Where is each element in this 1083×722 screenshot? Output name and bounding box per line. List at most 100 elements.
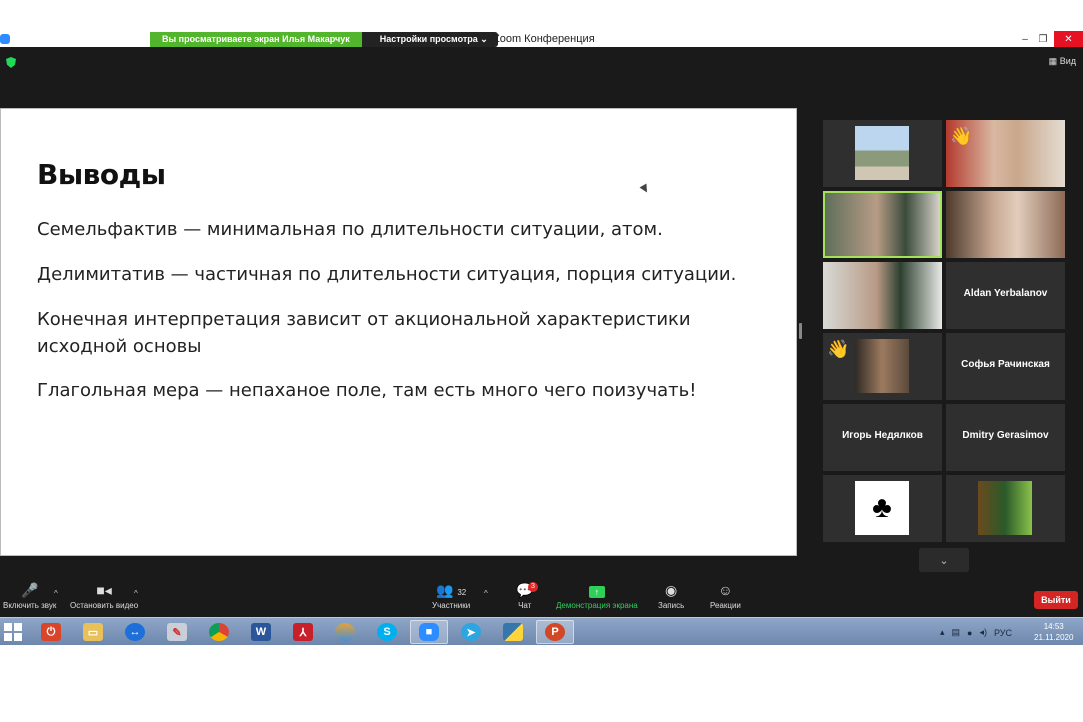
slide-point: Конечная интерпретация зависит от акцион… bbox=[37, 309, 691, 357]
power-icon: ⏻ bbox=[41, 623, 61, 641]
slide-title: Выводы bbox=[37, 158, 166, 191]
stop-video-label: Остановить видео bbox=[70, 601, 139, 610]
share-banner-text: Вы просматриваете экран Илья Макарчук bbox=[150, 32, 362, 47]
taskbar-power-app[interactable]: ⏻ bbox=[32, 620, 70, 644]
meeting-toolbar: 🎤 Включить звук ^ ■◂ Остановить видео ^ … bbox=[0, 581, 1083, 616]
participant-photo bbox=[855, 339, 909, 393]
participants-icon: 👥 bbox=[435, 582, 454, 598]
participants-label: Участники bbox=[432, 601, 471, 610]
encryption-shield-icon[interactable] bbox=[6, 57, 16, 68]
taskbar-telegram[interactable]: ➤ bbox=[452, 620, 490, 644]
slide-point: Глагольная мера — непаханое поле, там ес… bbox=[37, 380, 697, 401]
taskbar-chrome[interactable] bbox=[200, 620, 238, 644]
skype-icon: S bbox=[377, 623, 397, 641]
paint-icon: ✎ bbox=[167, 623, 187, 641]
video-options-caret[interactable]: ^ bbox=[134, 589, 138, 598]
word-icon: W bbox=[251, 623, 271, 641]
view-options-button[interactable]: Настройки просмотра ⌄ bbox=[361, 32, 498, 47]
unmute-label: Включить звук bbox=[3, 601, 57, 610]
record-button[interactable]: ◉ Запись bbox=[658, 581, 684, 610]
chat-unread-badge: 3 bbox=[528, 582, 538, 592]
clock-time: 14:53 bbox=[1043, 622, 1064, 631]
video-tile[interactable] bbox=[946, 191, 1065, 258]
unmute-button[interactable]: 🎤 Включить звук bbox=[3, 581, 56, 610]
slide-point: Делимитатив — частичная по длительности … bbox=[37, 264, 737, 285]
grid-icon: ▦ bbox=[1048, 56, 1058, 66]
taskbar-word[interactable]: W bbox=[242, 620, 280, 644]
stop-video-button[interactable]: ■◂ Остановить видео bbox=[70, 581, 138, 610]
video-tile[interactable]: Софья Рачинская bbox=[946, 333, 1065, 400]
raise-hand-icon: 👋 bbox=[827, 339, 850, 359]
share-screen-label: Демонстрация экрана bbox=[556, 601, 638, 610]
teamviewer-icon: ↔ bbox=[125, 623, 145, 641]
video-tile[interactable] bbox=[946, 475, 1065, 542]
video-camera-icon: ■◂ bbox=[96, 582, 112, 598]
window-title: Zoom Конференция bbox=[493, 33, 595, 45]
participant-name: Aldan Yerbalanov bbox=[963, 288, 1048, 299]
taskbar-skype[interactable]: S bbox=[368, 620, 406, 644]
clock-date: 21.11.2020 bbox=[1034, 633, 1074, 642]
share-screen-button[interactable]: ↑ Демонстрация экрана bbox=[556, 581, 638, 610]
chrome-icon bbox=[209, 623, 229, 641]
taskbar-powerpoint[interactable]: P bbox=[536, 620, 574, 644]
title-bar: Вы просматриваете экран Илья Макарчук На… bbox=[0, 31, 1083, 47]
video-tile[interactable]: 👋 bbox=[823, 333, 942, 400]
taskbar-zoom[interactable]: ■ bbox=[410, 620, 448, 644]
tree-avatar-icon: ♣ bbox=[855, 481, 909, 535]
participant-video bbox=[825, 193, 940, 256]
video-tile[interactable] bbox=[823, 120, 942, 187]
leave-meeting-button[interactable]: Выйти bbox=[1034, 591, 1078, 609]
participant-photo bbox=[978, 481, 1032, 535]
windows-taskbar: ⏻ ▭ ↔ ✎ W ⅄ S ■ ➤ P ▴ ▤ ● ◂) РУС 14:53 2… bbox=[0, 617, 1083, 645]
record-icon: ◉ bbox=[665, 582, 678, 598]
folder-icon: ▭ bbox=[83, 623, 103, 641]
close-button[interactable]: ✕ bbox=[1054, 31, 1083, 47]
video-tile-active-speaker[interactable] bbox=[823, 191, 942, 258]
windows-start-icon[interactable] bbox=[4, 623, 22, 641]
panel-splitter-handle[interactable] bbox=[799, 323, 802, 339]
taskbar-teamviewer[interactable]: ↔ bbox=[116, 620, 154, 644]
zoom-camera-icon: ■ bbox=[419, 623, 439, 641]
app-tray-icon[interactable]: ● bbox=[967, 628, 972, 638]
participants-options-caret[interactable]: ^ bbox=[484, 589, 488, 598]
participant-photo bbox=[855, 126, 909, 180]
volume-icon[interactable]: ◂) bbox=[979, 627, 987, 638]
taskbar-file-explorer[interactable]: ▭ bbox=[74, 620, 112, 644]
python-icon bbox=[503, 623, 523, 641]
shared-screen-slide: Выводы Семельфактив — минимальная по дли… bbox=[0, 108, 797, 556]
language-indicator[interactable]: РУС bbox=[994, 628, 1012, 638]
media-app-icon bbox=[335, 623, 355, 641]
tray-overflow-chevron-icon[interactable]: ▴ bbox=[940, 627, 945, 638]
slide-point: Семельфактив — минимальная по длительнос… bbox=[37, 219, 663, 240]
participant-name: Игорь Недялков bbox=[842, 430, 923, 441]
taskbar-acrobat[interactable]: ⅄ bbox=[284, 620, 322, 644]
taskbar-paint[interactable]: ✎ bbox=[158, 620, 196, 644]
network-icon[interactable]: ▤ bbox=[952, 627, 961, 638]
zoom-window: Вы просматриваете экран Илья Макарчук На… bbox=[0, 31, 1083, 645]
taskbar-python[interactable] bbox=[494, 620, 532, 644]
emoji-plus-icon: ☺ bbox=[718, 582, 733, 598]
zoom-logo-icon bbox=[0, 34, 10, 44]
gallery-scroll-down-button[interactable]: ⌄ bbox=[919, 548, 969, 572]
taskbar-clock[interactable]: 14:53 21.11.2020 bbox=[1034, 621, 1073, 643]
video-tile[interactable]: 👋 bbox=[946, 120, 1065, 187]
view-button[interactable]: ▦ Вид bbox=[1049, 56, 1076, 67]
maximize-button[interactable]: ❐ bbox=[1036, 31, 1050, 47]
taskbar-media-app[interactable] bbox=[326, 620, 364, 644]
video-tile[interactable]: Игорь Недялков bbox=[823, 404, 942, 471]
video-tile[interactable]: Dmitry Gerasimov bbox=[946, 404, 1065, 471]
mouse-cursor-icon bbox=[639, 183, 651, 195]
chevron-down-icon: ⌄ bbox=[939, 554, 949, 567]
share-banner: Вы просматриваете экран Илья Макарчук На… bbox=[150, 32, 498, 47]
muted-mic-icon: 🎤 bbox=[20, 582, 39, 598]
participants-button[interactable]: 👥 32 Участники bbox=[432, 581, 470, 610]
video-tile[interactable]: ♣ bbox=[823, 475, 942, 542]
minimize-button[interactable]: – bbox=[1018, 31, 1032, 47]
audio-options-caret[interactable]: ^ bbox=[54, 589, 58, 598]
participants-count: 32 bbox=[457, 588, 467, 597]
reactions-button[interactable]: ☺ Реакции bbox=[710, 581, 741, 610]
acrobat-icon: ⅄ bbox=[293, 623, 313, 641]
video-tile[interactable]: Aldan Yerbalanov bbox=[946, 262, 1065, 329]
reactions-label: Реакции bbox=[710, 601, 741, 610]
video-tile[interactable] bbox=[823, 262, 942, 329]
